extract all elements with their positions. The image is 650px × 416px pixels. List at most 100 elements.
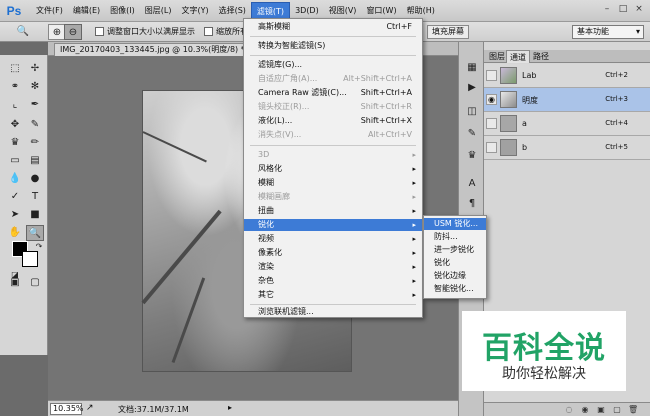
filter-item-stylize[interactable]: 风格化 ▸ [244,163,422,175]
document-info: 文档:37.1M/37.1M [118,405,189,414]
actions-panel-icon[interactable]: ▶ [463,80,481,96]
submenu-arrow-icon: ▸ [412,207,416,215]
filter-item-other[interactable]: 其它 ▸ [244,289,422,301]
hand-tool-icon[interactable]: ✋ [6,225,24,241]
sharpen-item-sharpen[interactable]: 锐化 [424,257,486,269]
submenu-arrow-icon: ▸ [412,165,416,173]
sharpen-item-usm[interactable]: USM 锐化... [424,218,486,230]
screen-mode-icon[interactable]: ▢ [26,275,44,291]
clone-source-panel-icon[interactable]: ♛ [463,148,481,164]
submenu-arrow-icon: ▸ [412,179,416,187]
watermark-title: 百科全说 [482,331,606,366]
filter-item-camera-raw[interactable]: Camera Raw 滤镜(C)... Shift+Ctrl+A [244,87,422,99]
zoom-all-checkbox[interactable] [204,27,213,36]
gradient-tool-icon[interactable]: ▤ [26,153,44,169]
image-branch [171,277,206,364]
menu-window[interactable]: 窗口(W) [361,2,401,20]
tab-paths[interactable]: 路径 [530,50,552,63]
minimize-icon[interactable]: – [600,3,614,17]
move-tool-icon[interactable]: ✢ [26,61,44,77]
zoom-level-field[interactable]: 10.35% [50,403,84,415]
menu-help[interactable]: 帮助(H) [402,2,440,20]
history-brush-tool-icon[interactable]: ✏ [26,135,44,151]
eraser-tool-icon[interactable]: ▭ [6,153,24,169]
channel-row-lightness[interactable]: ◉ 明度 Ctrl+3 [484,88,650,112]
filter-item-convert-smart[interactable]: 转换为智能滤镜(S) [244,40,422,52]
brush-tool-icon[interactable]: ✎ [26,117,44,133]
menu-view[interactable]: 视图(V) [324,2,362,20]
menu-layer[interactable]: 图层(L) [140,2,177,20]
zoom-out-icon[interactable]: ⊖ [64,24,82,40]
filter-item-video[interactable]: 视频 ▸ [244,233,422,245]
channel-row-b[interactable]: b Ctrl+5 [484,136,650,160]
filter-item-sharpen[interactable]: 锐化 ▸ [244,219,422,231]
tab-channels[interactable]: 通道 [506,50,530,63]
zoom-tool-icon[interactable]: 🔍 [14,24,32,40]
document-tab[interactable]: IMG_20170403_133445.jpg @ 10.3%(明度/8) * … [54,43,264,56]
marquee-tool-icon[interactable]: ⬚ [6,61,24,77]
filter-item-gallery[interactable]: 滤镜库(G)... [244,59,422,71]
blur-tool-icon[interactable]: 💧 [6,171,24,187]
type-tool-icon[interactable]: T [26,189,44,205]
channel-row-a[interactable]: a Ctrl+4 [484,112,650,136]
image-branch [141,209,222,305]
visibility-toggle-icon[interactable] [486,118,497,129]
menu-file[interactable]: 文件(F) [31,2,68,20]
filter-item-blur-gallery: 模糊画廊 ▸ [258,192,416,201]
mask-icon[interactable]: ▣ [596,405,606,415]
character-panel-icon[interactable]: A [463,176,481,192]
sharpen-item-smart-sharpen[interactable]: 智能锐化... [424,283,486,295]
eye-icon[interactable]: ◉ [486,94,497,105]
maximize-icon[interactable]: □ [616,3,630,17]
save-selection-icon[interactable]: ◉ [580,405,590,415]
quick-select-tool-icon[interactable]: ✻ [26,79,44,95]
load-selection-icon[interactable]: ◌ [564,405,574,415]
brush-panel-icon[interactable]: ✎ [463,126,481,142]
swap-colors-icon[interactable]: ↷ [30,239,48,255]
visibility-toggle-icon[interactable] [486,142,497,153]
properties-panel-icon[interactable]: ◫ [463,104,481,120]
eyedropper-tool-icon[interactable]: ✒ [26,97,44,113]
quick-mask-icon[interactable]: ▣ [6,275,24,291]
channel-row-lab[interactable]: Lab Ctrl+2 [484,64,650,88]
sharpen-item-sharpen-edges[interactable]: 锐化边缘 [424,270,486,282]
paragraph-panel-icon[interactable]: ¶ [463,196,481,212]
menu-filter[interactable]: 滤镜(T) [250,1,291,20]
new-channel-icon[interactable]: ▢ [612,405,622,415]
menu-type[interactable]: 文字(Y) [176,2,213,20]
menu-image[interactable]: 图像(I) [105,2,140,20]
filter-item-render[interactable]: 渲染 ▸ [244,261,422,273]
close-icon[interactable]: × [632,3,646,17]
channel-shortcut: Ctrl+2 [605,71,628,79]
dodge-tool-icon[interactable]: ● [26,171,44,187]
filter-item-browse-online[interactable]: 浏览联机滤镜... [244,306,422,318]
menu-edit[interactable]: 编辑(E) [68,2,105,20]
filter-item-3d: 3D ▸ [258,150,416,159]
history-panel-icon[interactable]: ▦ [463,60,481,76]
clone-stamp-tool-icon[interactable]: ♛ [6,135,24,151]
menu-3d[interactable]: 3D(D) [290,2,324,20]
tab-layers[interactable]: 图层 [486,50,508,63]
sharpen-item-sharpen-more[interactable]: 进一步锐化 [424,244,486,256]
filter-item-blur[interactable]: 模糊 ▸ [244,177,422,189]
filter-item-gaussian-blur[interactable]: 高斯模糊 Ctrl+F [244,21,422,33]
trash-icon[interactable]: 🗑 [628,405,638,415]
rectangle-tool-icon[interactable]: ■ [26,207,44,223]
resize-window-checkbox[interactable] [95,27,104,36]
menu-select[interactable]: 选择(S) [214,2,251,20]
lasso-tool-icon[interactable]: ⚭ [6,79,24,95]
filter-item-liquify[interactable]: 液化(L)... Shift+Ctrl+X [244,115,422,127]
sharpen-item-shake-reduction[interactable]: 防抖... [424,231,486,243]
filter-item-pixelate[interactable]: 像素化 ▸ [244,247,422,259]
pen-tool-icon[interactable]: ✓ [6,189,24,205]
export-icon[interactable]: ↗ [86,403,94,413]
filter-item-noise[interactable]: 杂色 ▸ [244,275,422,287]
crop-tool-icon[interactable]: ⌞ [6,97,24,113]
workspace-select[interactable]: 基本功能 [572,25,644,39]
fill-screen-button[interactable]: 填充屏幕 [427,25,469,39]
info-arrow-icon[interactable]: ▸ [228,403,232,412]
visibility-toggle-icon[interactable] [486,70,497,81]
path-select-tool-icon[interactable]: ➤ [6,207,24,223]
healing-brush-tool-icon[interactable]: ✥ [6,117,24,133]
filter-item-distort[interactable]: 扭曲 ▸ [244,205,422,217]
